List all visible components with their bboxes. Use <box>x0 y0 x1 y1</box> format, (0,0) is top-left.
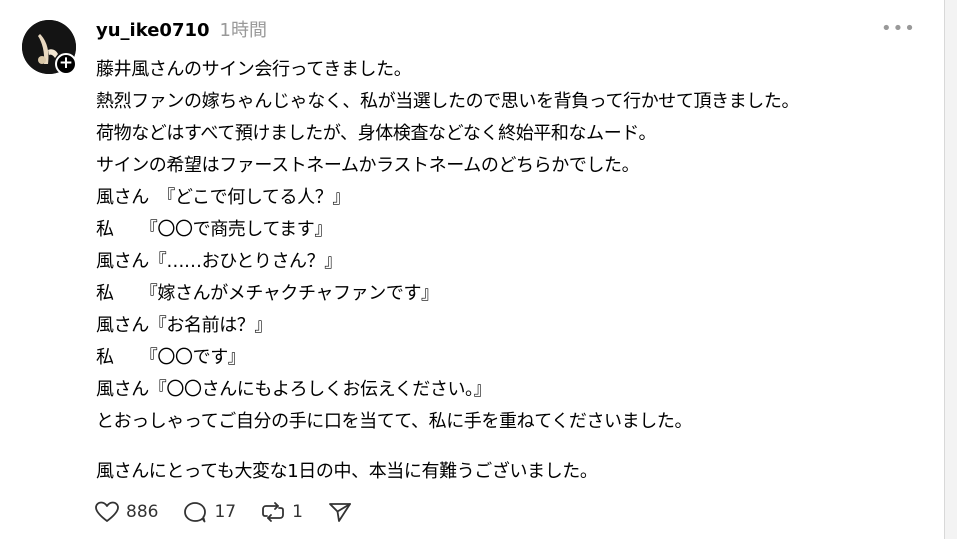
post-text-line: 私 『〇〇です』 <box>96 347 246 368</box>
scrollbar-track[interactable] <box>945 0 957 539</box>
post-text-line: サインの希望はファーストネームかラストネームのどちらかでした。 <box>96 155 640 176</box>
action-bar: 886 17 1 <box>94 498 377 526</box>
reply-button[interactable]: 17 <box>182 500 236 524</box>
send-icon <box>329 503 351 522</box>
post-text-line: 風さん 『どこで何してる人？』 <box>96 187 350 208</box>
repost-count: 1 <box>292 502 303 522</box>
post-text-line: 熱烈ファンの嫁ちゃんじゃなく、私が当選したので思いを背負って行かせて頂きました。 <box>96 91 800 112</box>
post-text-line: 風さん『〇〇さんにもよろしくお伝えください。』 <box>96 379 492 400</box>
post-text-line: 風さん『お名前は？』 <box>96 315 272 336</box>
share-button[interactable] <box>327 500 353 524</box>
post-body: 藤井風さんのサイン会行ってきました。 熱烈ファンの嫁ちゃんじゃなく、私が当選した… <box>96 54 926 488</box>
username[interactable]: yu_ike0710 <box>96 20 210 41</box>
heart-icon <box>95 501 119 522</box>
repost-button[interactable]: 1 <box>260 500 303 524</box>
post-header: yu_ike0710 1時間 <box>96 16 267 44</box>
post-text-closing: 風さんにとっても大変な1日の中、本当に有難うございました。 <box>96 461 598 482</box>
post-text-line: 荷物などはすべて預けましたが、身体検査などなく終始平和なムード。 <box>96 123 657 144</box>
timestamp[interactable]: 1時間 <box>220 16 267 42</box>
avatar[interactable]: + <box>22 20 78 76</box>
post-text-line: とおっしゃってご自分の手に口を当てて、私に手を重ねてくださいました。 <box>96 411 693 432</box>
post-text-line: 藤井風さんのサイン会行ってきました。 <box>96 59 412 80</box>
post-text-line: 風さん『……おひとりさん？』 <box>96 251 342 272</box>
comment-icon <box>184 502 207 523</box>
post-text-line: 私 『嫁さんがメチャクチャファンです』 <box>96 283 439 304</box>
like-count: 886 <box>126 502 159 522</box>
more-options-icon[interactable]: ••• <box>881 18 915 40</box>
repost-icon <box>262 502 284 522</box>
like-button[interactable]: 886 <box>94 500 158 524</box>
post-text-line: 私 『〇〇で商売してます』 <box>96 219 332 240</box>
follow-plus-icon[interactable]: + <box>55 53 77 75</box>
reply-count: 17 <box>214 502 237 522</box>
thread-post: + yu_ike0710 1時間 ••• 藤井風さんのサイン会行ってきました。 … <box>0 0 957 539</box>
